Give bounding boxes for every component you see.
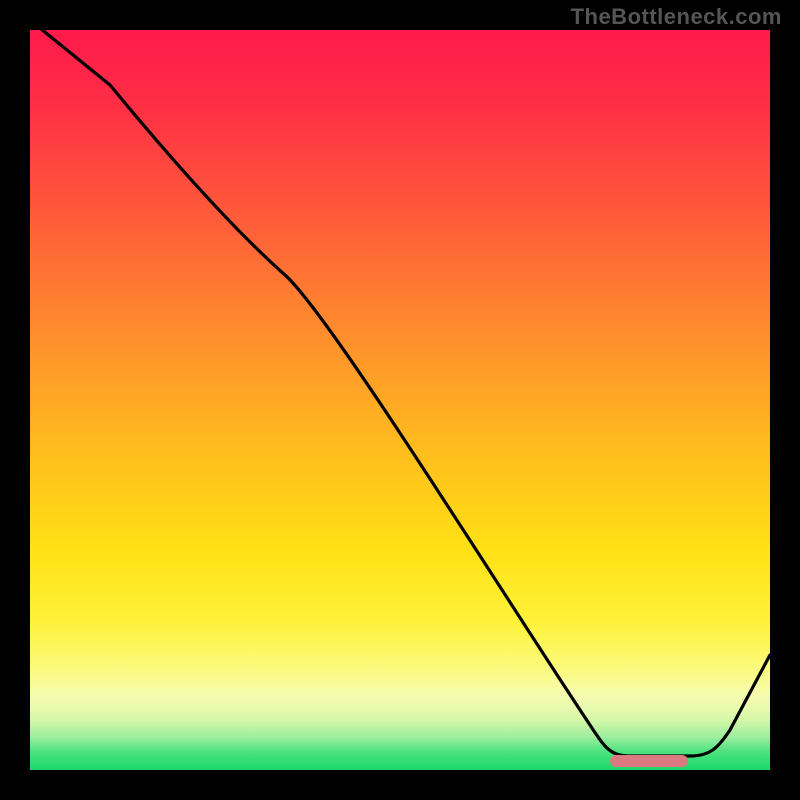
bottleneck-curve xyxy=(30,30,770,770)
plot-area xyxy=(30,30,770,770)
chart-frame: TheBottleneck.com xyxy=(0,0,800,800)
curve-path xyxy=(30,30,770,756)
optimal-range-marker xyxy=(610,755,688,767)
watermark-text: TheBottleneck.com xyxy=(571,4,782,30)
